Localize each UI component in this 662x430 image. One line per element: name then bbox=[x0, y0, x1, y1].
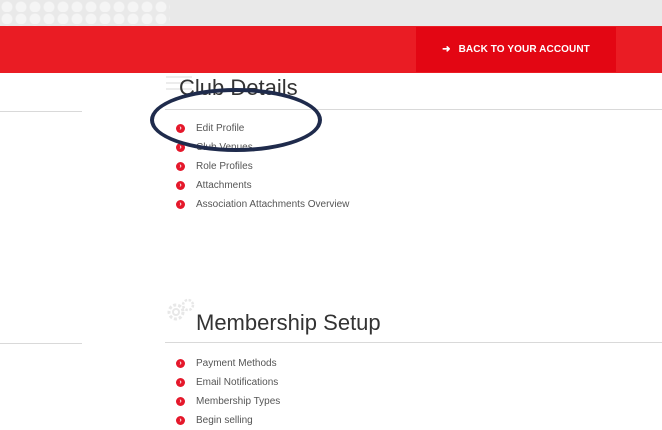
dot-pattern bbox=[0, 0, 170, 26]
back-to-account-button[interactable]: ➜ BACK TO YOUR ACCOUNT bbox=[416, 27, 616, 72]
link-label: Association Attachments Overview bbox=[196, 199, 350, 210]
link-email-notifications[interactable]: › Email Notifications bbox=[176, 373, 280, 392]
link-label: Payment Methods bbox=[196, 358, 277, 369]
link-role-profiles[interactable]: › Role Profiles bbox=[176, 157, 349, 176]
arrow-circle-icon: › bbox=[176, 378, 185, 387]
link-begin-selling[interactable]: › Begin selling bbox=[176, 411, 280, 430]
left-divider bbox=[0, 343, 82, 344]
arrow-circle-icon: › bbox=[176, 359, 185, 368]
membership-setup-divider bbox=[165, 342, 662, 343]
membership-setup-title: Membership Setup bbox=[196, 310, 381, 335]
arrow-circle-icon: › bbox=[176, 181, 185, 190]
link-association-attachments-overview[interactable]: › Association Attachments Overview bbox=[176, 195, 349, 214]
link-attachments[interactable]: › Attachments bbox=[176, 176, 349, 195]
left-divider bbox=[0, 111, 82, 112]
gears-icon bbox=[166, 298, 196, 324]
back-to-account-label: BACK TO YOUR ACCOUNT bbox=[458, 44, 590, 55]
membership-setup-links: › Payment Methods › Email Notifications › M… bbox=[176, 354, 280, 430]
link-label: Role Profiles bbox=[196, 161, 253, 172]
link-label: Attachments bbox=[196, 180, 252, 191]
arrow-circle-icon: › bbox=[176, 416, 185, 425]
top-strip bbox=[0, 0, 662, 26]
link-membership-types[interactable]: › Membership Types bbox=[176, 392, 280, 411]
link-payment-methods[interactable]: › Payment Methods bbox=[176, 354, 280, 373]
annotation-circle bbox=[150, 88, 322, 152]
arrow-circle-icon: › bbox=[176, 397, 185, 406]
link-label: Begin selling bbox=[196, 415, 253, 426]
arrow-circle-icon: › bbox=[176, 200, 185, 209]
link-label: Email Notifications bbox=[196, 377, 279, 388]
arrow-circle-icon: › bbox=[176, 162, 185, 171]
link-label: Membership Types bbox=[196, 396, 281, 407]
sign-in-icon: ➜ bbox=[442, 44, 451, 55]
